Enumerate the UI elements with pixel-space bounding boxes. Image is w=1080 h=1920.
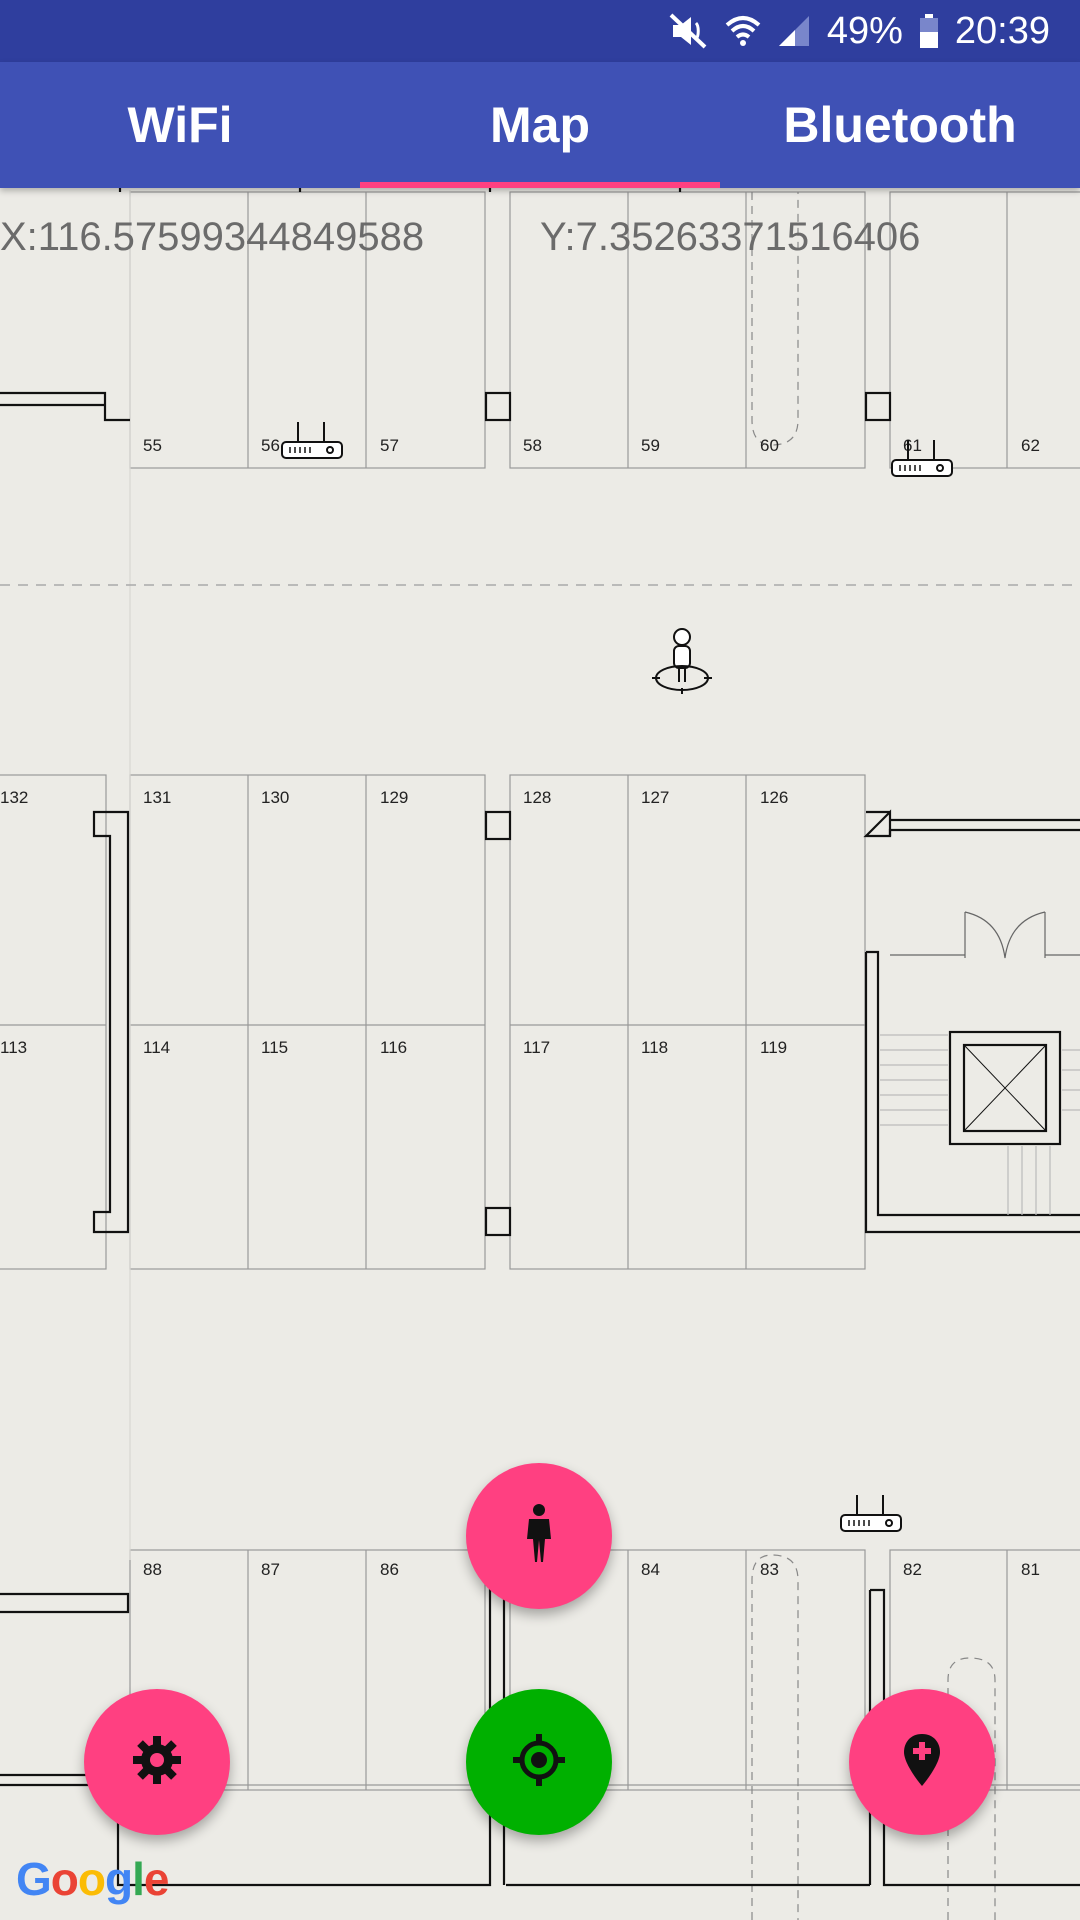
wifi-icon: [725, 13, 761, 49]
room-label: 128: [523, 788, 551, 807]
room-label: 131: [143, 788, 171, 807]
room-label: 119: [760, 1038, 787, 1057]
room-label: 132: [0, 788, 28, 807]
settings-button[interactable]: [84, 1689, 230, 1835]
floor-map[interactable]: 55 56 57 58 59 60 61 62 132 131 130 129 …: [0, 188, 1080, 1920]
router-icon: [840, 1495, 902, 1532]
room-label: 129: [380, 788, 408, 807]
room-label: 62: [1021, 436, 1040, 455]
room-label: 114: [143, 1038, 170, 1057]
room-label: 55: [143, 436, 162, 455]
room-label: 116: [380, 1038, 407, 1057]
status-bar: 49% 20:39: [0, 0, 1080, 62]
room-label: 60: [760, 436, 779, 455]
room-label: 81: [1021, 1560, 1040, 1579]
logo-letter: e: [143, 1853, 170, 1905]
room-label: 86: [380, 1560, 399, 1579]
room-label: 58: [523, 436, 542, 455]
room-label: 126: [760, 788, 788, 807]
logo-letter: l: [132, 1853, 145, 1905]
logo-letter: G: [16, 1853, 52, 1905]
room-label: 130: [261, 788, 289, 807]
room-label: 118: [641, 1038, 668, 1057]
mute-icon: [669, 13, 709, 49]
gear-icon: [131, 1734, 183, 1791]
room-label: 87: [261, 1560, 280, 1579]
add-location-icon: [902, 1732, 942, 1793]
router-icon: [281, 422, 343, 459]
room-labels: 55 56 57 58 59 60 61 62 132 131 130 129 …: [0, 436, 1040, 1579]
google-logo: Google: [16, 1852, 170, 1906]
room-label: 115: [261, 1038, 288, 1057]
y-coordinate: Y:7.35263371516406: [540, 215, 921, 259]
tab-map[interactable]: Map: [360, 62, 720, 188]
logo-letter: g: [105, 1853, 133, 1905]
logo-letter: o: [77, 1853, 106, 1905]
walk-button[interactable]: [466, 1463, 612, 1609]
walk-icon: [519, 1503, 559, 1569]
room-label: 82: [903, 1560, 922, 1579]
x-coordinate: X:116.57599344849588: [0, 215, 425, 259]
locate-icon: [511, 1732, 567, 1793]
floor-plan: 55 56 57 58 59 60 61 62 132 131 130 129 …: [0, 188, 1080, 1920]
tab-bluetooth[interactable]: Bluetooth: [720, 62, 1080, 188]
battery-percent: 49%: [826, 9, 903, 52]
clock: 20:39: [954, 9, 1050, 52]
signal-icon: [777, 14, 811, 48]
room-label: 127: [641, 788, 669, 807]
router-icon: [891, 440, 953, 477]
tab-wifi[interactable]: WiFi: [0, 62, 360, 188]
locate-button[interactable]: [466, 1689, 612, 1835]
user-position-marker: [652, 628, 712, 694]
add-location-button[interactable]: [849, 1689, 995, 1835]
room-label: 84: [641, 1560, 660, 1579]
battery-icon: [919, 14, 939, 48]
room-label: 83: [760, 1560, 779, 1579]
logo-letter: o: [50, 1853, 79, 1905]
room-label: 56: [261, 436, 280, 455]
room-label: 117: [523, 1038, 550, 1057]
room-label: 88: [143, 1560, 162, 1579]
room-label: 61: [903, 436, 922, 455]
room-label: 113: [0, 1038, 27, 1057]
tab-bar: WiFi Map Bluetooth: [0, 62, 1080, 188]
room-label: 59: [641, 436, 660, 455]
room-label: 57: [380, 436, 399, 455]
